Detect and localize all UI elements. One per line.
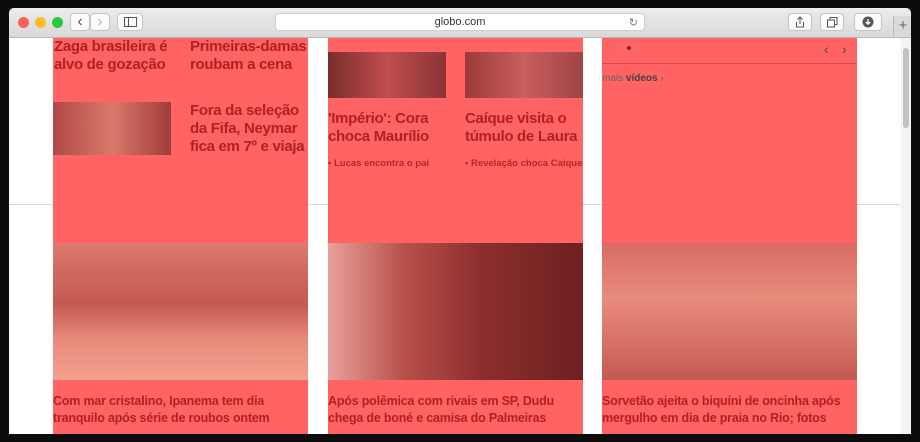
- new-tab-button[interactable]: +: [893, 16, 911, 37]
- scrollbar-thumb[interactable]: [903, 48, 909, 128]
- video-section-rule: [602, 63, 857, 64]
- headline-zaga[interactable]: Zaga brasileira é alvo de gozação: [54, 38, 184, 74]
- minimize-window-button[interactable]: [35, 17, 46, 28]
- url-text: globo.com: [434, 16, 486, 28]
- plus-icon: +: [898, 17, 908, 34]
- browser-window: ‹ › globo.com ↻ + Zaga brasileira é alvo…: [9, 8, 911, 434]
- carousel-prev-icon[interactable]: ‹: [824, 41, 829, 57]
- news-column-2: 'Império': Cora choca Maurílio • Lucas e…: [328, 38, 583, 434]
- more-videos-link[interactable]: mais vídeos ›: [602, 73, 664, 84]
- subtext-revelacao-label: Revelação choca Caíque: [470, 158, 583, 169]
- carousel-next-icon[interactable]: ›: [842, 41, 847, 57]
- headline-caique[interactable]: Caíque visita o túmulo de Laura: [465, 110, 585, 146]
- headline-primeiras-damas[interactable]: Primeiras-damas roubam a cena: [190, 38, 310, 74]
- dudu-photo[interactable]: [328, 243, 583, 380]
- tabs-overview-button[interactable]: [820, 13, 844, 31]
- caique-thumbnail[interactable]: [465, 52, 583, 98]
- sidebar-icon: [123, 17, 137, 27]
- address-bar[interactable]: globo.com ↻: [275, 13, 645, 31]
- download-icon: [862, 16, 874, 28]
- caption-dudu[interactable]: Após polêmica com rivais em SP, Dudu che…: [328, 393, 586, 427]
- carousel-dot-3[interactable]: [635, 46, 639, 50]
- forward-button[interactable]: ›: [90, 13, 110, 31]
- close-window-button[interactable]: [18, 17, 29, 28]
- caption-sorvetao[interactable]: Sorvetão ajeita o biquíni de oncinha apó…: [602, 393, 860, 427]
- chevron-right-icon: ›: [97, 13, 103, 30]
- carousel-dot-1[interactable]: [619, 46, 623, 50]
- sorvetao-photo[interactable]: [602, 243, 857, 380]
- carousel-dot-2[interactable]: [627, 46, 631, 50]
- subtext-revelacao[interactable]: • Revelação choca Caíque: [465, 158, 582, 169]
- subtext-lucas-label: Lucas encontra o pai: [333, 158, 429, 169]
- reload-icon[interactable]: ↻: [629, 15, 638, 31]
- news-column-1: Zaga brasileira é alvo de gozação Primei…: [53, 38, 308, 434]
- title-bar: ‹ › globo.com ↻: [9, 8, 911, 38]
- more-videos-label: vídeos: [625, 73, 658, 84]
- back-button[interactable]: ‹: [70, 13, 90, 31]
- share-button[interactable]: [788, 13, 812, 31]
- chevron-left-icon: ‹: [77, 13, 83, 30]
- ipanema-photo[interactable]: [53, 243, 308, 380]
- caption-ipanema[interactable]: Com mar cristalino, Ipanema tem dia tran…: [53, 393, 311, 427]
- vertical-scrollbar[interactable]: [901, 38, 911, 434]
- more-videos-arrow-icon: ›: [660, 73, 664, 84]
- page-content: Zaga brasileira é alvo de gozação Primei…: [9, 38, 911, 434]
- tabs-icon: [826, 16, 837, 27]
- subtext-lucas[interactable]: • Lucas encontra o pai: [328, 158, 429, 169]
- imperio-thumbnail[interactable]: [328, 52, 446, 98]
- share-icon: [796, 16, 804, 28]
- zoom-window-button[interactable]: [52, 17, 63, 28]
- downloads-button[interactable]: [854, 13, 882, 31]
- neymar-thumbnail[interactable]: [53, 102, 171, 155]
- sidebar-toggle-button[interactable]: [117, 13, 143, 31]
- more-videos-prefix: mais: [602, 73, 624, 84]
- headline-neymar[interactable]: Fora da seleção da Fifa, Neymar fica em …: [190, 102, 310, 156]
- news-column-3: ‹ › mais vídeos › Sorvetão ajeita o biqu…: [602, 38, 857, 434]
- headline-imperio[interactable]: 'Império': Cora choca Maurílio: [328, 110, 458, 146]
